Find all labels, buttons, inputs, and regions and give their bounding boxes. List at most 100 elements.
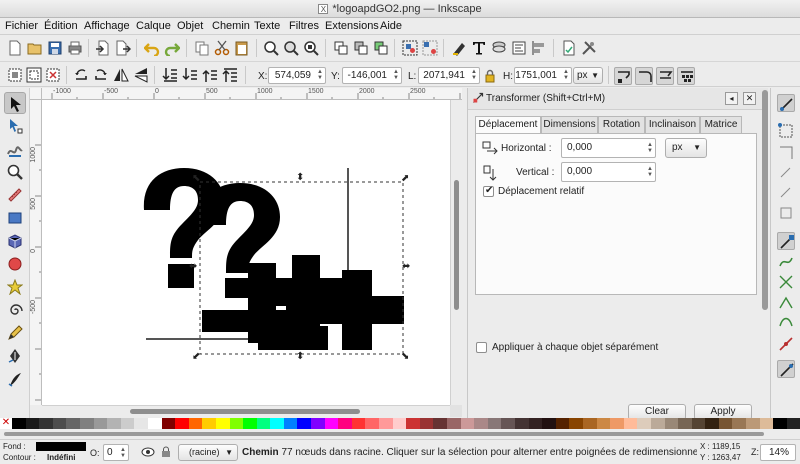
vertical-scrollbar[interactable] (450, 100, 462, 405)
zoom-tool-icon[interactable] (4, 161, 26, 183)
palette-scrollbar[interactable] (0, 429, 800, 439)
measure-tool-icon[interactable] (4, 184, 26, 206)
fill-swatch[interactable] (36, 442, 86, 451)
palette-swatch[interactable] (542, 418, 556, 429)
deselect-icon[interactable] (44, 66, 62, 84)
snap-smooth-nodes-icon[interactable] (777, 313, 795, 331)
layer-lock-icon[interactable] (160, 446, 172, 458)
palette-swatch[interactable] (297, 418, 312, 429)
palette-swatch[interactable] (705, 418, 719, 429)
color-palette[interactable]: ✕ (0, 418, 800, 429)
palette-swatch[interactable] (555, 418, 570, 429)
palette-swatch[interactable] (243, 418, 257, 429)
palette-swatch[interactable] (379, 418, 393, 429)
layer-select[interactable]: (racine) ▼ (178, 444, 238, 461)
scale-handle-left-icon[interactable]: ⬌ (189, 262, 201, 272)
node-tool-icon[interactable] (4, 115, 26, 137)
menu-file[interactable]: Fichier (5, 20, 38, 32)
xml-editor-icon[interactable] (510, 39, 528, 57)
vertical-scroll-thumb[interactable] (454, 180, 459, 310)
3d-box-tool-icon[interactable] (4, 230, 26, 252)
cut-icon[interactable] (213, 39, 231, 57)
align-distribute-icon[interactable] (530, 39, 548, 57)
rectangle-tool-icon[interactable] (4, 207, 26, 229)
x-field[interactable]: 574,059 ▲ ▼ (268, 67, 326, 84)
no-paint-icon[interactable]: ✕ (0, 418, 12, 429)
palette-swatch[interactable] (528, 418, 543, 429)
lower-icon[interactable] (181, 66, 199, 84)
tab-skew[interactable]: Inclinaison (645, 116, 700, 133)
palette-swatch[interactable] (365, 418, 380, 429)
spin-arrows-icon[interactable]: ▲ ▼ (120, 447, 126, 459)
palette-swatch[interactable] (460, 418, 475, 429)
relative-move-checkbox[interactable]: ✔ (483, 185, 494, 197)
palette-swatch[interactable] (161, 418, 176, 429)
palette-swatch[interactable] (623, 418, 638, 429)
document-properties-icon[interactable] (560, 39, 578, 57)
opacity-field[interactable]: 0 ▲ ▼ (103, 444, 129, 461)
preferences-icon[interactable] (580, 39, 598, 57)
snap-bbox-edge-icon[interactable] (777, 144, 795, 162)
zoom-field[interactable]: 14% (760, 444, 796, 461)
select-all-layers-icon[interactable] (25, 66, 43, 84)
palette-swatch[interactable] (392, 418, 407, 429)
ungroup-icon[interactable] (421, 39, 439, 57)
spin-arrows-icon[interactable]: ▲ ▼ (647, 166, 653, 178)
palette-swatch[interactable] (746, 418, 760, 429)
palette-swatch[interactable] (311, 418, 325, 429)
tweak-tool-icon[interactable] (4, 138, 26, 160)
palette-swatch[interactable] (256, 418, 271, 429)
scale-handle-right-icon[interactable]: ⬌ (402, 262, 414, 272)
palette-swatch[interactable] (678, 418, 692, 429)
vertical-field[interactable]: 0,000 ▲ ▼ (561, 162, 656, 182)
close-icon[interactable]: ✕ (743, 92, 756, 105)
spin-arrows-icon[interactable]: ▲ ▼ (471, 69, 477, 81)
palette-swatch[interactable] (93, 418, 108, 429)
text-font-icon[interactable] (470, 39, 488, 57)
scale-stroke-icon[interactable] (614, 67, 632, 85)
menu-object[interactable]: Objet (177, 20, 203, 32)
zoom-page-icon[interactable] (302, 39, 320, 57)
clone-icon[interactable] (352, 39, 370, 57)
palette-swatch[interactable] (419, 418, 434, 429)
palette-swatch[interactable] (637, 418, 651, 429)
horizontal-scroll-thumb[interactable] (130, 409, 360, 414)
scale-handle-bottom-icon[interactable]: ⬍ (296, 352, 306, 362)
unit-select[interactable]: px ▼ (573, 67, 603, 84)
snap-bbox-center-icon[interactable] (777, 204, 795, 222)
fill-stroke-icon[interactable] (450, 39, 468, 57)
palette-swatch[interactable] (474, 418, 488, 429)
transform-patterns-icon[interactable] (677, 67, 695, 85)
width-field[interactable]: 2071,941 ▲ ▼ (418, 67, 480, 84)
palette-swatch[interactable] (134, 418, 148, 429)
palette-swatch[interactable] (52, 418, 67, 429)
dock-scrollbar[interactable] (762, 90, 768, 310)
stroke-value[interactable]: Indéfini (47, 453, 75, 462)
export-icon[interactable] (114, 39, 132, 57)
palette-swatch[interactable] (338, 418, 352, 429)
rotate-cw-icon[interactable] (92, 66, 110, 84)
ellipse-tool-icon[interactable] (4, 253, 26, 275)
snap-toggle-icon[interactable] (777, 94, 795, 112)
palette-swatch[interactable] (215, 418, 230, 429)
zoom-selection-icon[interactable] (262, 39, 280, 57)
copy-icon[interactable] (193, 39, 211, 57)
snap-nodes-icon[interactable] (777, 232, 795, 250)
spin-arrows-icon[interactable]: ▲ ▼ (393, 69, 399, 81)
snap-others-icon[interactable] (777, 360, 795, 378)
palette-swatch[interactable] (283, 418, 298, 429)
flip-horizontal-icon[interactable] (112, 66, 130, 84)
palette-swatch[interactable] (202, 418, 216, 429)
palette-swatch[interactable] (596, 418, 611, 429)
drawing-canvas[interactable]: ⬉ ⬍ ⬈ ⬌ ⬌ ⬋ ⬍ ⬊ (42, 100, 450, 405)
undo-icon[interactable] (143, 39, 161, 57)
menu-layer[interactable]: Calque (136, 20, 171, 32)
palette-swatch[interactable] (582, 418, 597, 429)
scale-corners-icon[interactable] (635, 67, 653, 85)
transform-gradients-icon[interactable] (656, 67, 674, 85)
lock-ratio-icon[interactable] (481, 67, 499, 85)
select-all-icon[interactable] (6, 66, 24, 84)
scale-handle-top-right-icon[interactable]: ⬈ (401, 174, 411, 184)
tab-move[interactable]: Déplacement (475, 116, 541, 134)
palette-swatch[interactable] (501, 418, 515, 429)
